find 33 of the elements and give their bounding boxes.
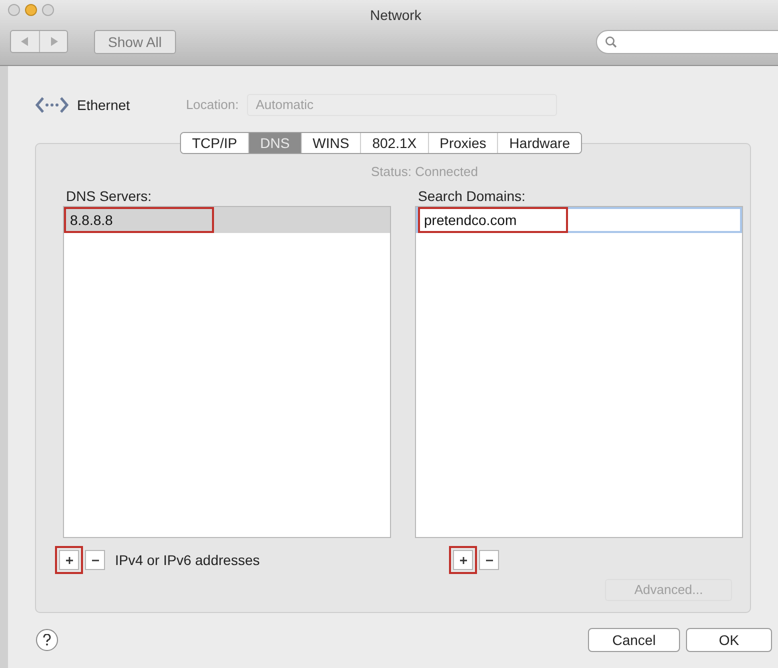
nav-buttons[interactable]	[10, 30, 68, 53]
search-field[interactable]	[596, 30, 778, 54]
window-title: Network	[370, 6, 422, 25]
location-value: Automatic	[256, 96, 314, 114]
network-arrows-icon	[35, 96, 69, 114]
list-row[interactable]: 8.8.8.8	[64, 207, 390, 233]
ok-button[interactable]: OK	[686, 628, 772, 652]
close-icon[interactable]	[8, 4, 20, 16]
hint-text: IPv4 or IPv6 addresses	[115, 550, 261, 570]
list-row[interactable]: pretendco.com	[416, 207, 742, 233]
plus-icon	[458, 556, 468, 564]
forward-icon	[50, 37, 58, 46]
tab[interactable]: Hardware	[497, 133, 581, 153]
list-label: Search Domains:	[418, 187, 526, 206]
entry-text: 8.8.8.8	[64, 207, 214, 233]
list-label: DNS Servers:	[66, 187, 153, 206]
show-all-button[interactable]: Show All	[94, 30, 176, 54]
cancel-button[interactable]: Cancel	[588, 628, 680, 652]
location-label: Location:	[186, 96, 239, 114]
plus-icon	[64, 556, 74, 564]
help-button[interactable]	[36, 629, 58, 651]
service-name: Ethernet	[77, 96, 130, 114]
add-button[interactable]	[59, 550, 79, 570]
question-mark-icon	[43, 634, 51, 646]
remove-button[interactable]	[85, 550, 105, 570]
minimize-icon[interactable]	[25, 4, 37, 16]
remove-button[interactable]	[479, 550, 499, 570]
back-icon	[21, 37, 29, 46]
add-button[interactable]	[453, 550, 473, 570]
search-icon	[605, 36, 617, 48]
zoom-icon[interactable]	[42, 4, 54, 16]
status-text: Status: Connected	[371, 163, 479, 181]
entry-text: pretendco.com	[418, 207, 568, 233]
